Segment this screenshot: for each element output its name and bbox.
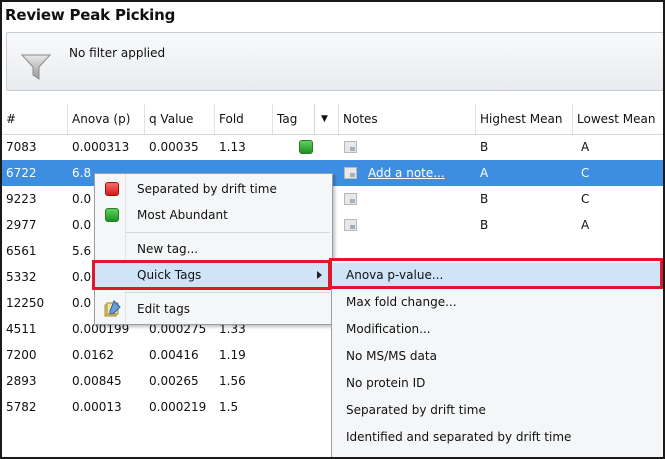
submenu-item-label: No protein ID (346, 376, 426, 390)
funnel-icon (21, 54, 51, 80)
menu-item-label: Separated by drift time (137, 182, 277, 196)
menu-separator (125, 232, 330, 233)
red-tag-icon (105, 182, 119, 196)
column-header-tag[interactable]: Tag ▼ (273, 104, 339, 134)
cell-number: 6561 (6, 244, 37, 258)
tag-filter-dropdown-icon[interactable]: ▼ (314, 104, 328, 134)
menu-item-new-tag[interactable]: New tag... (95, 236, 332, 262)
column-header-anova[interactable]: Anova (p) (68, 104, 145, 134)
submenu-item-identified-and-separated[interactable]: Identified and separated by drift time (332, 425, 663, 449)
note-icon[interactable] (344, 167, 357, 179)
cell-highest-mean: B (480, 192, 489, 206)
cell-q-value: 0.00265 (149, 374, 199, 388)
submenu-item-label: Max fold change... (346, 295, 457, 309)
cell-lowest-mean: A (581, 140, 590, 154)
note-icon[interactable] (344, 193, 357, 205)
cell-q-value: 0.000219 (149, 400, 207, 414)
cell-anova: 0.00013 (72, 400, 122, 414)
cell-number: 2977 (6, 218, 37, 232)
submenu-item-label: No MS/MS data (346, 349, 437, 363)
filter-bar[interactable]: No filter applied (6, 32, 663, 91)
column-header-number[interactable]: # (2, 104, 68, 134)
menu-separator (125, 292, 330, 293)
table-row[interactable]: 7083 0.000313 0.00035 1.13 B A (2, 134, 663, 160)
submenu-item-max-fold-change[interactable]: Max fold change... (332, 290, 663, 314)
cell-number: 5332 (6, 270, 37, 284)
cell-q-value: 0.00035 (149, 140, 199, 154)
cell-number: 7083 (6, 140, 37, 154)
submenu-item-label: Modification... (346, 322, 431, 336)
cell-anova: 0.0 (72, 192, 92, 206)
cell-number: 6722 (6, 166, 37, 180)
submenu-item-modification[interactable]: Modification... (332, 317, 663, 341)
cell-number: 5782 (6, 400, 37, 414)
add-note-link[interactable]: Add a note... (364, 160, 445, 186)
menu-item-label: New tag... (137, 242, 199, 256)
green-tag-icon (105, 208, 119, 222)
cell-anova: 0.0 (72, 270, 92, 284)
column-header-q-value[interactable]: q Value (145, 104, 215, 134)
page-title: Review Peak Picking (5, 6, 176, 24)
cell-highest-mean: A (480, 166, 489, 180)
column-header-notes[interactable]: Notes (339, 104, 476, 134)
cell-fold: 1.5 (219, 400, 239, 414)
cell-number: 4511 (6, 322, 37, 336)
column-header-fold[interactable]: Fold (215, 104, 273, 134)
cell-highest-mean: B (480, 218, 489, 232)
note-icon[interactable] (344, 219, 357, 231)
cell-number: 2893 (6, 374, 37, 388)
menu-item-separated-by-drift-time[interactable]: Separated by drift time (95, 176, 332, 202)
anova-item-highlight-box (329, 258, 663, 289)
filter-status-text: No filter applied (69, 46, 166, 60)
menu-item-label: Edit tags (137, 302, 190, 316)
cell-lowest-mean: C (581, 192, 590, 206)
submenu-item-label: Identified and separated by drift time (346, 430, 572, 444)
cell-anova: 0.00845 (72, 374, 122, 388)
menu-item-label: Most Abundant (137, 208, 228, 222)
cell-number: 7200 (6, 348, 37, 362)
submenu-item-no-protein-id[interactable]: No protein ID (332, 371, 663, 395)
cell-anova: 0.0162 (72, 348, 114, 362)
cell-lowest-mean: C (581, 166, 590, 180)
cell-anova: 5.6 (72, 244, 92, 258)
review-peak-picking-panel: Review Peak Picking No filter applied # … (0, 0, 665, 459)
submenu-item-no-ms-ms-data[interactable]: No MS/MS data (332, 344, 663, 368)
note-icon[interactable] (344, 141, 357, 153)
cell-anova: 0.0 (72, 296, 92, 310)
column-header-lowest-mean[interactable]: Lowest Mean (573, 104, 663, 134)
submenu-item-label: Separated by drift time (346, 403, 486, 417)
cell-fold: 1.19 (219, 348, 246, 362)
cell-fold: 1.56 (219, 374, 246, 388)
cell-fold: 1.13 (219, 140, 246, 154)
cell-number: 9223 (6, 192, 37, 206)
cell-number: 12250 (6, 296, 45, 310)
quick-tags-highlight-box (92, 260, 331, 290)
menu-item-edit-tags[interactable]: Edit tags (95, 296, 332, 322)
green-tag-icon (299, 140, 313, 154)
tag-context-menu: Separated by drift time Most Abundant Ne… (94, 173, 333, 325)
table-header: # Anova (p) q Value Fold Tag ▼ Notes Hig… (2, 104, 663, 135)
cell-anova: 0.0 (72, 218, 92, 232)
column-header-highest-mean[interactable]: Highest Mean (476, 104, 573, 134)
tag-header-label: Tag (277, 112, 298, 126)
cell-lowest-mean: A (581, 218, 590, 232)
quick-tags-submenu: Anova p-value... Max fold change... Modi… (331, 260, 663, 457)
cell-highest-mean: B (480, 140, 489, 154)
cell-q-value: 0.00416 (149, 348, 199, 362)
menu-item-most-abundant[interactable]: Most Abundant (95, 202, 332, 228)
cell-anova: 0.000313 (72, 140, 130, 154)
submenu-item-separated-by-drift-time[interactable]: Separated by drift time (332, 398, 663, 422)
cell-anova: 6.8 (72, 166, 92, 180)
edit-tags-icon (104, 300, 121, 317)
